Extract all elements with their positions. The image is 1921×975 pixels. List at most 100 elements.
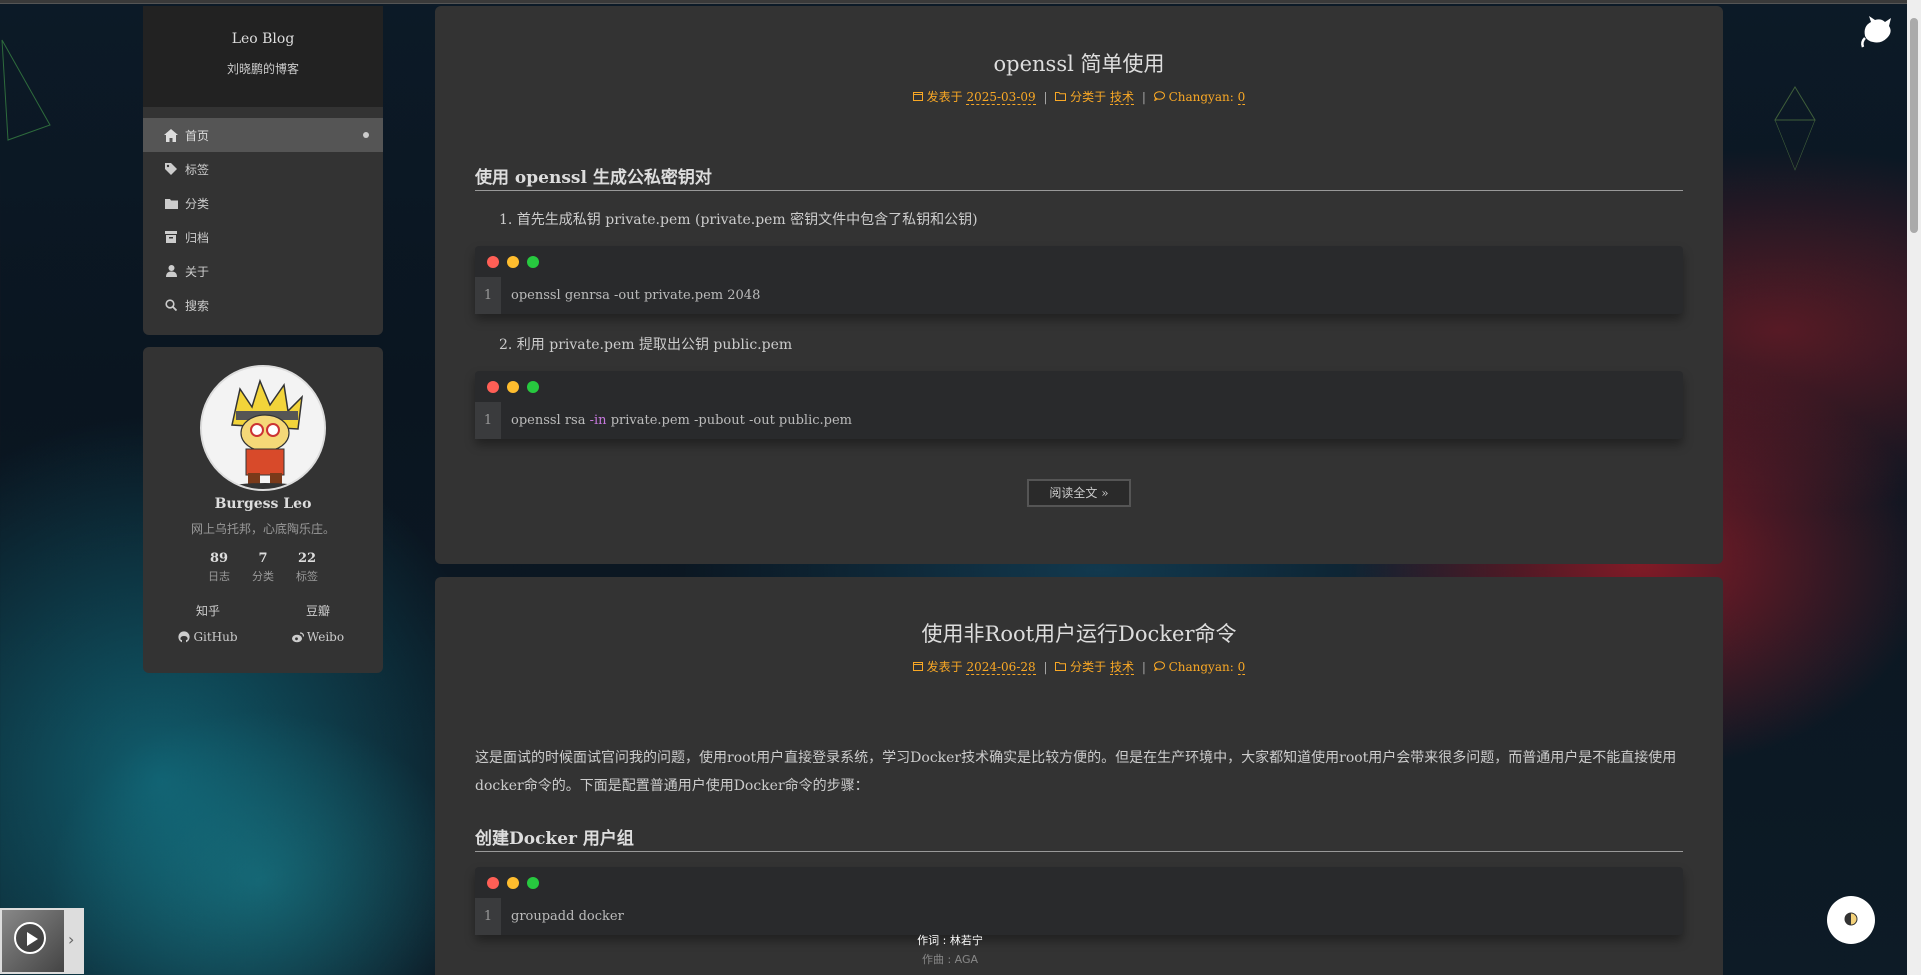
code-block: 1 openssl rsa -in private.pem -pubout -o… — [475, 371, 1683, 439]
active-indicator-dot — [363, 132, 369, 138]
weibo-icon — [291, 631, 304, 643]
line-number: 1 — [475, 898, 501, 935]
read-more-button[interactable]: 阅读全文 » — [1027, 479, 1131, 507]
browser-top-edge — [0, 0, 1921, 4]
code-line: 1 openssl genrsa -out private.pem 2048 — [475, 277, 1683, 314]
menu-item-label: 标签 — [185, 162, 210, 177]
posted-prefix: 发表于 — [926, 90, 963, 104]
play-button[interactable] — [14, 922, 46, 954]
player-expand-arrow-icon[interactable]: › — [68, 930, 74, 949]
comment-icon — [1153, 90, 1169, 104]
post-title[interactable]: 使用非Root用户运行Docker命令 — [435, 618, 1723, 648]
code-window-controls — [475, 371, 1683, 402]
menu-item-search[interactable]: 搜索 — [143, 288, 383, 322]
stat-number: 89 — [209, 551, 229, 566]
post-body: 这是面试的时候面试官问我的问题，使用root用户直接登录系统，学习Docker技… — [435, 744, 1723, 935]
menu-item-label: 分类 — [185, 196, 210, 211]
code-line: 1 groupadd docker — [475, 898, 1683, 935]
code-window-controls — [475, 246, 1683, 277]
menu-item-label: 搜索 — [185, 298, 210, 313]
social-link-zhihu[interactable]: 知乎 — [153, 602, 263, 619]
theme-toggle-button[interactable] — [1827, 896, 1875, 944]
post-meta: 发表于 2024-06-28 | 分类于 技术 | Changyan: 0 — [435, 658, 1723, 675]
folder-icon — [163, 195, 179, 211]
social-link-label: GitHub — [193, 630, 238, 644]
tag-icon — [163, 161, 179, 177]
window-dot-red — [487, 876, 499, 889]
author-name: Burgess Leo — [214, 496, 312, 512]
code-block: 1 openssl genrsa -out private.pem 2048 — [475, 246, 1683, 314]
code-window-controls — [475, 867, 1683, 898]
window-dot-red — [487, 380, 499, 393]
scrollbar-thumb[interactable] — [1910, 18, 1918, 233]
menu-item-label: 归档 — [185, 230, 210, 245]
social-link-label: Weibo — [306, 630, 345, 644]
code-line: 1 openssl rsa -in private.pem -pubout -o… — [475, 402, 1683, 439]
stat-posts[interactable]: 89 日志 — [206, 551, 232, 584]
window-dot-green — [527, 380, 539, 393]
posted-prefix: 发表于 — [926, 660, 963, 674]
code-keyword: -in — [589, 413, 607, 428]
github-icon — [178, 631, 191, 643]
comments-label: Changyan: — [1168, 660, 1234, 674]
menu-item-label: 首页 — [185, 128, 210, 143]
calendar-icon — [912, 660, 927, 674]
window-dot-green — [527, 255, 539, 268]
site-brand: Leo Blog 刘晓鹏的博客 — [143, 6, 383, 107]
search-icon — [163, 297, 179, 313]
code-block: 1 groupadd docker — [475, 867, 1683, 935]
code-text: openssl genrsa -out private.pem 2048 — [511, 288, 761, 303]
post-excerpt: 这是面试的时候面试官问我的问题，使用root用户直接登录系统，学习Docker技… — [475, 750, 1677, 794]
post-category-link[interactable]: 技术 — [1110, 660, 1135, 675]
sidebar-menu: 首页 标签 分类 归档 关于 搜索 — [143, 107, 383, 335]
site-title[interactable]: Leo Blog — [143, 31, 383, 47]
meta-separator: | — [1043, 90, 1048, 104]
page-scrollbar[interactable] — [1907, 0, 1921, 975]
line-number: 1 — [475, 277, 501, 314]
social-link-douban[interactable]: 豆瓣 — [263, 602, 373, 619]
menu-item-tags[interactable]: 标签 — [143, 152, 383, 186]
menu-item-about[interactable]: 关于 — [143, 254, 383, 288]
list-item: 1. 首先生成私钥 private.pem (private.pem 密钥文件中… — [499, 212, 978, 228]
stat-tags[interactable]: 22 标签 — [294, 551, 320, 584]
author-description: 网上乌托邦，心底陶乐庄。 — [190, 522, 335, 536]
meta-separator: | — [1141, 660, 1146, 674]
menu-item-home[interactable]: 首页 — [143, 118, 383, 152]
window-dot-yellow — [507, 380, 519, 393]
section-heading: 创建Docker 用户组 — [475, 824, 1683, 852]
stat-number: 22 — [297, 551, 317, 566]
social-link-weibo[interactable]: Weibo — [263, 630, 373, 644]
post-category-link[interactable]: 技术 — [1110, 90, 1135, 105]
post-body: 使用 openssl 生成公私密钥对 1. 首先生成私钥 private.pem… — [435, 163, 1723, 507]
post-date: 2025-03-09 — [966, 90, 1036, 105]
post-title[interactable]: openssl 简单使用 — [435, 48, 1723, 78]
lyric-line: 作曲 : AGA — [921, 953, 979, 966]
stat-label: 分类 — [252, 570, 274, 583]
code-text: groupadd docker — [511, 909, 624, 924]
meta-separator: | — [1141, 90, 1146, 104]
post-meta: 发表于 2025-03-09 | 分类于 技术 | Changyan: 0 — [435, 88, 1723, 105]
user-icon — [163, 263, 179, 279]
comments-count-link[interactable]: 0 — [1237, 90, 1246, 105]
site-subtitle: 刘晓鹏的博客 — [226, 62, 299, 76]
window-dot-green — [527, 876, 539, 889]
window-dot-yellow — [507, 255, 519, 268]
github-corner-icon[interactable] — [1859, 14, 1895, 50]
post-card: openssl 简单使用 发表于 2025-03-09 | 分类于 技术 | C… — [435, 6, 1723, 564]
calendar-icon — [912, 90, 927, 104]
post-card: 使用非Root用户运行Docker命令 发表于 2024-06-28 | 分类于… — [435, 577, 1723, 975]
code-text: openssl rsa -in private.pem -pubout -out… — [501, 413, 852, 428]
stat-number: 7 — [258, 551, 268, 566]
stat-categories[interactable]: 7 分类 — [250, 551, 276, 584]
site-stats: 89 日志 7 分类 22 标签 — [143, 551, 383, 584]
menu-item-categories[interactable]: 分类 — [143, 186, 383, 220]
menu-item-label: 关于 — [185, 264, 210, 279]
triangle-decoration — [1774, 86, 1816, 171]
social-link-label: 豆瓣 — [305, 604, 330, 618]
code-segment: openssl rsa — [511, 413, 590, 428]
social-link-github[interactable]: GitHub — [153, 630, 263, 644]
comments-count-link[interactable]: 0 — [1237, 660, 1246, 675]
category-prefix: 分类于 — [1070, 90, 1107, 104]
menu-item-archives[interactable]: 归档 — [143, 220, 383, 254]
social-links: 知乎 豆瓣 GitHub Weibo — [143, 602, 383, 644]
